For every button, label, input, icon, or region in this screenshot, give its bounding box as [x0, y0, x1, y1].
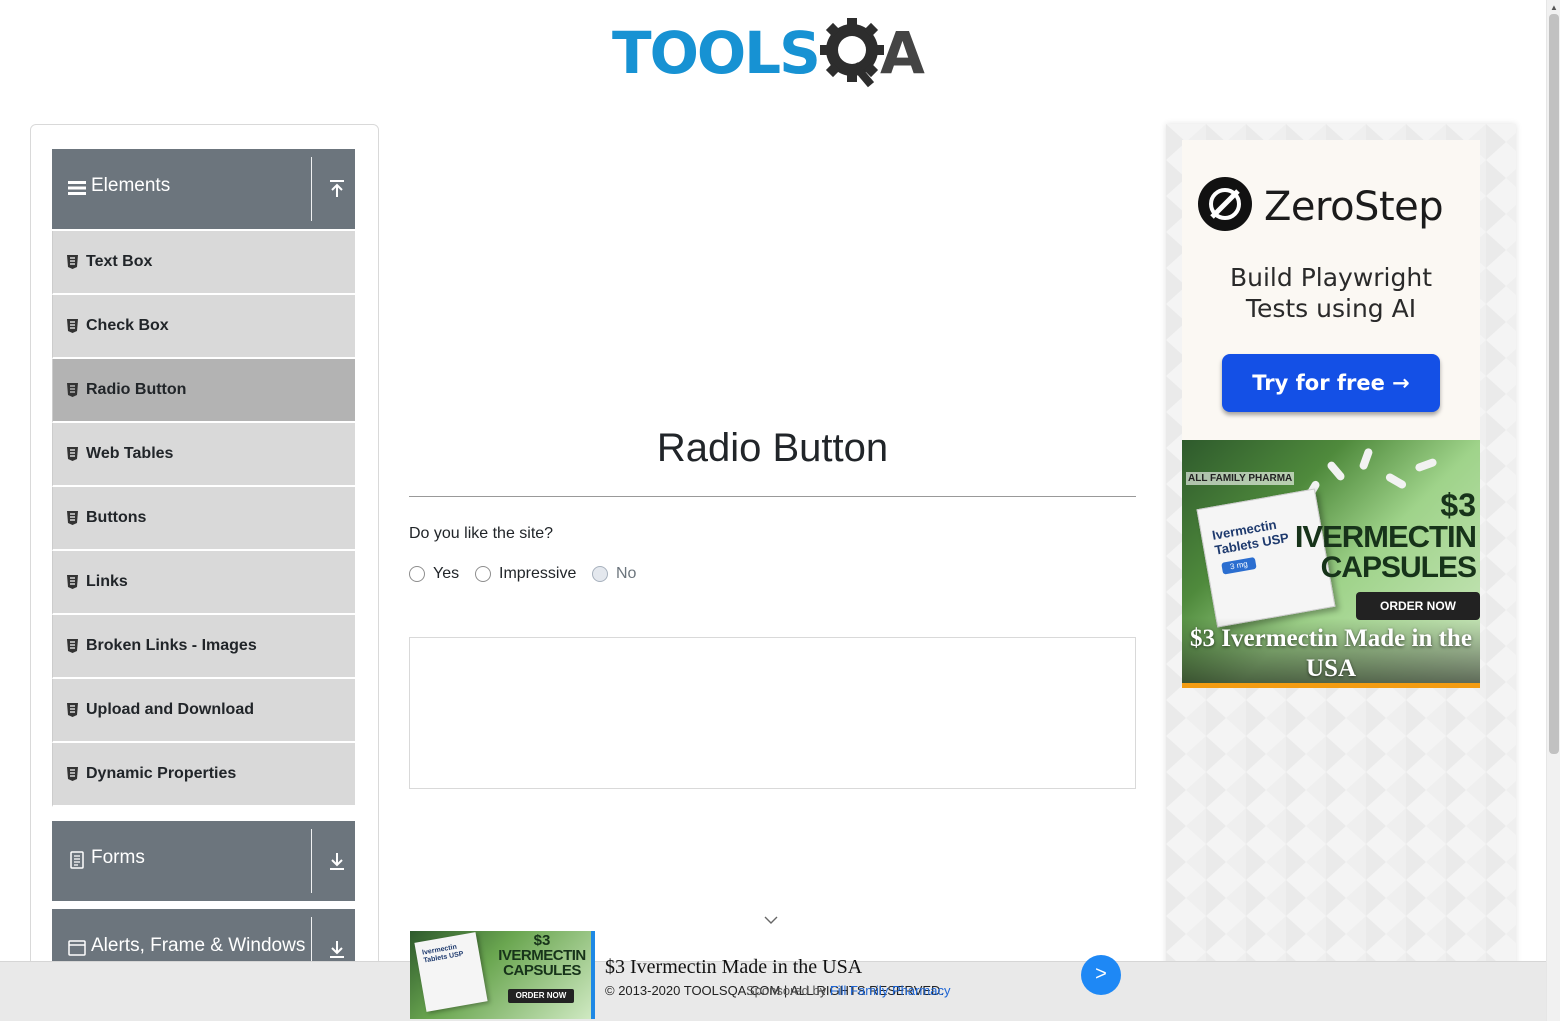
expand-down-icon[interactable] [328, 851, 346, 871]
page: TOOLS A Elements Text Box Check Box Radi… [0, 0, 1560, 1021]
group-label: Forms [91, 847, 145, 868]
group-elements[interactable]: Elements [52, 149, 355, 229]
impressive-radio-label[interactable]: Impressive [499, 565, 576, 583]
sidebar-item-label: Dynamic Properties [86, 765, 237, 782]
pharma-brand: ALL FAMILY PHARMA [1186, 472, 1295, 485]
sidebar-item-label: Upload and Download [86, 701, 254, 718]
divider [311, 829, 312, 893]
html-icon [67, 447, 78, 461]
promo-price: $3 [1440, 487, 1476, 523]
hamburger-icon [68, 181, 86, 195]
box-label: Ivermectin Tablets USP [421, 943, 465, 965]
medicine-box: Ivermectin Tablets USP [414, 932, 488, 1012]
yes-radio-label[interactable]: Yes [433, 565, 459, 583]
promo-caption: $3 Ivermectin Made in the USA [1182, 618, 1480, 684]
ivermectin-ad[interactable]: ALL FAMILY PHARMA Ivermectin Tablets USP… [1182, 440, 1480, 688]
sidebar-item-label: Links [86, 573, 128, 590]
bottom-ad-image[interactable]: Ivermectin Tablets USP $3 IVERMECTIN CAP… [410, 931, 595, 1019]
no-radio [592, 566, 608, 582]
tagline-line-2: Tests using AI [1245, 294, 1417, 323]
sidebar-item-buttons[interactable]: Buttons [52, 487, 355, 551]
bottom-ad-price: $3 [533, 932, 551, 949]
box-dose: 3 mg [1221, 556, 1257, 575]
toolsqa-logo[interactable]: TOOLS A [612, 14, 938, 92]
order-now-button[interactable]: ORDER NOW [1356, 592, 1480, 620]
sidebar-item-label: Radio Button [86, 381, 187, 398]
question-text: Do you like the site? [409, 525, 554, 542]
group-label: Elements [91, 175, 171, 196]
scroll-up-icon[interactable]: ▲ [1550, 3, 1558, 12]
html-icon [67, 511, 78, 525]
sidebar-item-broken-links-images[interactable]: Broken Links - Images [52, 615, 355, 679]
html-icon [67, 575, 78, 589]
sidebar-item-check-box[interactable]: Check Box [52, 295, 355, 359]
promo-accent-bar [1182, 683, 1480, 688]
sidebar-item-upload-and-download[interactable]: Upload and Download [52, 679, 355, 743]
html-icon [67, 703, 78, 717]
divider [311, 157, 312, 221]
zerostep-logo-icon [1198, 177, 1252, 231]
scroll-thumb[interactable] [1549, 14, 1559, 754]
sponsored-prefix: Sponsored by [746, 983, 830, 998]
bottom-ad-title[interactable]: $3 Ivermectin Made in the USA [605, 956, 862, 979]
logo-suffix: A [880, 19, 925, 87]
promo-headline: $3 IVERMECTIN CAPSULES [1294, 487, 1477, 584]
footer-sponsored: Sponsored by Fill Family Pharmacy [746, 983, 950, 998]
pill-decoration [1325, 460, 1347, 482]
bottom-ad-headline: $3 IVERMECTIN CAPSULES [496, 933, 588, 978]
window-icon [68, 940, 86, 956]
logo-text: TOOLS [612, 19, 821, 87]
tagline-line-1: Build Playwright [1229, 263, 1433, 292]
yes-radio[interactable] [409, 566, 425, 582]
pill-decoration [1384, 472, 1408, 490]
bottom-ad-next-button[interactable]: > [1081, 955, 1121, 995]
sponsored-link[interactable]: Fill Family Pharmacy [830, 983, 951, 998]
try-for-free-button[interactable]: Try for free → [1222, 354, 1440, 412]
html-icon [67, 319, 78, 333]
bottom-ad-form: CAPSULES [503, 962, 581, 979]
page-title: Radio Button [656, 426, 889, 470]
promo-name: IVERMECTIN [1294, 519, 1477, 554]
sidebar-item-dynamic-properties[interactable]: Dynamic Properties [52, 743, 355, 807]
group-forms[interactable]: Forms [52, 821, 355, 901]
page-scrollbar[interactable]: ▲ [1546, 0, 1560, 1021]
sidebar-item-label: Web Tables [86, 445, 174, 462]
impressive-radio[interactable] [475, 566, 491, 582]
sidebar: Elements Text Box Check Box Radio Button [30, 124, 379, 1021]
zerostep-ad[interactable]: ZeroStep Build Playwright Tests using AI… [1182, 140, 1480, 440]
sidebar-item-radio-button[interactable]: Radio Button [52, 359, 355, 423]
zerostep-tagline: Build Playwright Tests using AI [1182, 262, 1480, 324]
sidebar-item-label: Check Box [86, 317, 169, 334]
bottom-ad-name: IVERMECTIN [498, 947, 586, 964]
collapse-up-icon[interactable] [328, 179, 346, 199]
bottom-order-now-button[interactable]: ORDER NOW [508, 989, 574, 1003]
right-ad-panel[interactable]: ZeroStep Build Playwright Tests using AI… [1166, 124, 1516, 1021]
promo-form: CAPSULES [1320, 551, 1477, 584]
sidebar-item-links[interactable]: Links [52, 551, 355, 615]
sidebar-item-label: Buttons [86, 509, 147, 526]
document-icon [70, 851, 84, 869]
expand-down-icon[interactable] [328, 939, 346, 959]
elements-menu: Text Box Check Box Radio Button Web Tabl… [52, 231, 355, 807]
title-divider [409, 496, 1136, 497]
no-radio-label: No [616, 565, 637, 582]
chevron-down-icon[interactable] [763, 914, 779, 926]
html-icon [67, 383, 78, 397]
html-icon [67, 639, 78, 653]
box-label: Ivermectin Tablets USP [1211, 515, 1290, 558]
sidebar-item-label: Text Box [86, 253, 153, 270]
group-label: Alerts, Frame & Windows [91, 935, 306, 956]
html-icon [67, 767, 78, 781]
sidebar-item-web-tables[interactable]: Web Tables [52, 423, 355, 487]
pill-decoration [1358, 447, 1374, 471]
sidebar-item-label: Broken Links - Images [86, 637, 257, 654]
html-icon [67, 255, 78, 269]
zerostep-brand: ZeroStep [1264, 184, 1444, 230]
sidebar-item-text-box[interactable]: Text Box [52, 231, 355, 295]
ad-placeholder [409, 637, 1136, 789]
pill-decoration [1414, 457, 1438, 473]
